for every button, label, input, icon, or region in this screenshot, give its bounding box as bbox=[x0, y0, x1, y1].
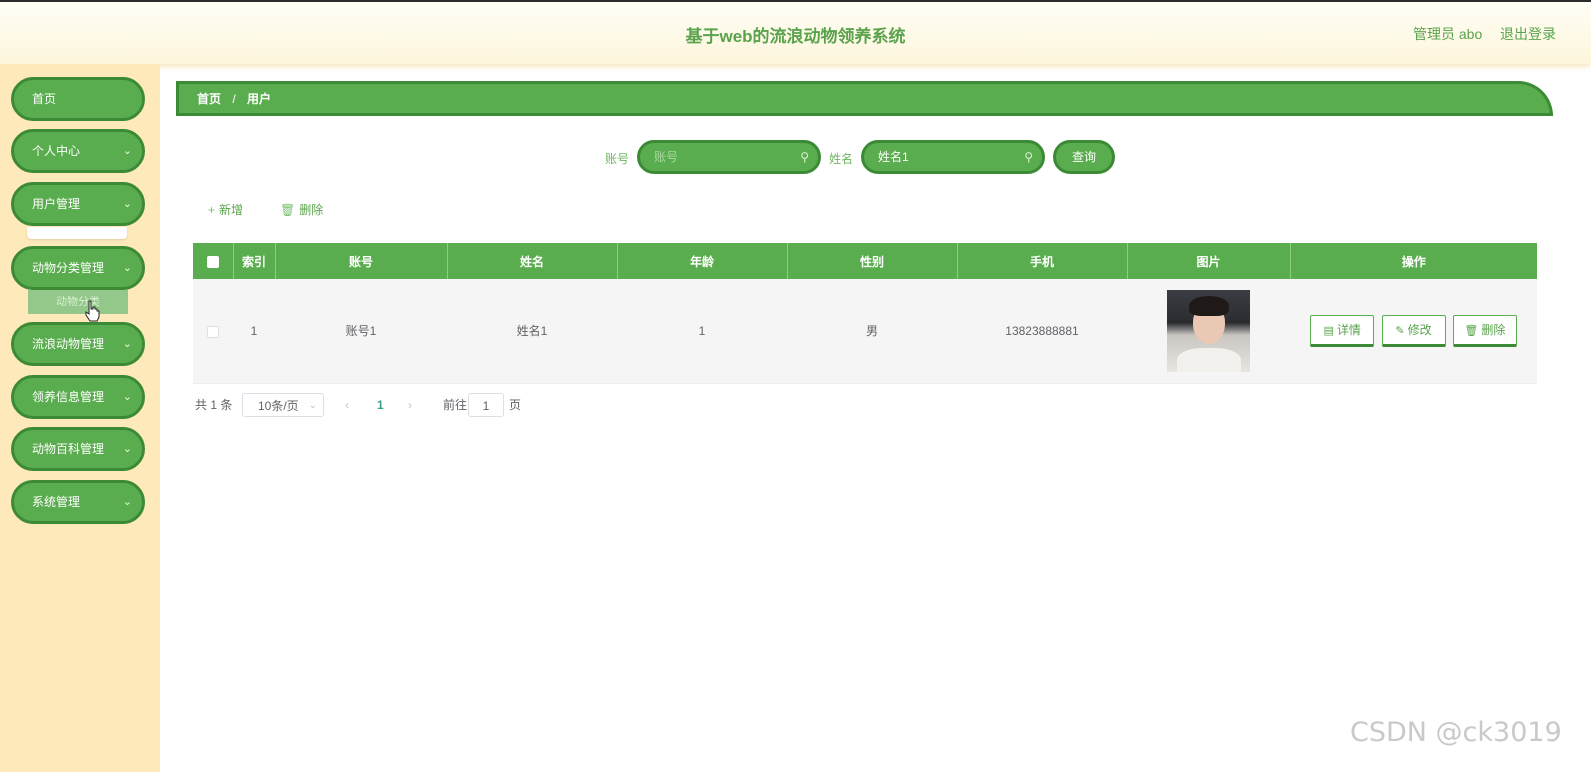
column-header: 操作 bbox=[1290, 243, 1537, 279]
goto-label: 前往 bbox=[443, 398, 468, 412]
account-search-input[interactable]: 账号 ⚲ bbox=[637, 140, 821, 174]
chevron-down-icon: ⌄ bbox=[122, 496, 132, 508]
name-search-input[interactable]: 姓名1 ⚲ bbox=[861, 140, 1045, 174]
user-table: 索引 账号 姓名 年龄 性别 手机 图片 操作 1 账号1 姓名1 1 男 13… bbox=[193, 243, 1537, 384]
admin-label: 管理员 abo bbox=[1413, 26, 1483, 42]
user-photo[interactable] bbox=[1167, 289, 1250, 372]
sidebar-item-label: 动物分类管理 bbox=[32, 261, 105, 275]
sidebar-item-label: 用户管理 bbox=[32, 197, 81, 211]
breadcrumb-home[interactable]: 首页 bbox=[197, 92, 221, 106]
sidebar-item-label: 首页 bbox=[32, 92, 57, 106]
page-size-value: 10条/页 bbox=[258, 399, 299, 413]
sidebar-item-system-management[interactable]: 系统管理 ⌄ bbox=[11, 480, 145, 524]
name-label: 姓名 bbox=[829, 152, 854, 166]
column-header: 图片 bbox=[1127, 243, 1291, 279]
query-button[interactable]: 查询 bbox=[1053, 140, 1115, 174]
sidebar: 首页 个人中心 ⌄ 用户管理 ⌄ 动物分类管理 ⌄ 动物分类 流浪动物管理 ⌄ … bbox=[0, 64, 160, 772]
cell-actions: ▤ 详情 ✎ 修改 🗑 删除 bbox=[1290, 279, 1537, 384]
sidebar-item-label: 系统管理 bbox=[32, 495, 81, 509]
chevron-down-icon: ⌄ bbox=[122, 198, 132, 210]
edit-button-label: 修改 bbox=[1407, 322, 1432, 337]
sidebar-item-user-management[interactable]: 用户管理 ⌄ bbox=[11, 182, 145, 226]
column-header: 手机 bbox=[957, 243, 1128, 279]
cell-photo bbox=[1127, 279, 1290, 384]
trash-icon: 🗑 bbox=[1464, 324, 1479, 337]
trash-icon: 🗑 bbox=[280, 203, 296, 217]
page-suffix: 页 bbox=[509, 398, 522, 412]
table-header-row: 索引 账号 姓名 年龄 性别 手机 图片 操作 bbox=[193, 243, 1537, 279]
table-row: 1 账号1 姓名1 1 男 13823888881 ▤ 详情 ✎ 修改 🗑 删除 bbox=[193, 279, 1537, 384]
column-header: 年龄 bbox=[617, 243, 788, 279]
sidebar-item-home[interactable]: 首页 bbox=[11, 77, 145, 121]
sidebar-item-label: 流浪动物管理 bbox=[32, 337, 105, 351]
chevron-down-icon: ⌄ bbox=[122, 443, 132, 455]
column-header: 索引 bbox=[233, 243, 276, 279]
submenu-item-animal-category[interactable]: 动物分类 bbox=[28, 290, 128, 314]
row-select-cell bbox=[193, 279, 233, 384]
next-page-button[interactable]: › bbox=[408, 393, 412, 417]
sidebar-item-stray-animal[interactable]: 流浪动物管理 ⌄ bbox=[11, 322, 145, 366]
plus-icon: + bbox=[208, 203, 216, 217]
column-header: 性别 bbox=[787, 243, 958, 279]
hand-cursor-icon bbox=[85, 300, 100, 322]
sidebar-item-animal-encyclopedia[interactable]: 动物百科管理 ⌄ bbox=[11, 427, 145, 471]
top-bar: 基于web的流浪动物领养系统 管理员 abo 退出登录 bbox=[0, 0, 1591, 64]
edit-button[interactable]: ✎ 修改 bbox=[1381, 314, 1446, 347]
cell-account: 账号1 bbox=[275, 279, 447, 384]
cell-phone: 13823888881 bbox=[957, 279, 1127, 384]
column-header: 姓名 bbox=[447, 243, 618, 279]
document-icon: ▤ bbox=[1323, 324, 1334, 337]
cell-index: 1 bbox=[233, 279, 275, 384]
goto-page-input[interactable]: 1 bbox=[468, 393, 504, 417]
chevron-down-icon: ⌄ bbox=[122, 145, 132, 157]
select-all-cell bbox=[193, 243, 234, 279]
sidebar-item-label: 动物百科管理 bbox=[32, 442, 105, 456]
page-number[interactable]: 1 bbox=[377, 393, 384, 417]
sidebar-item-label: 领养信息管理 bbox=[32, 390, 105, 404]
chevron-down-icon: ⌄ bbox=[308, 400, 317, 411]
page-title: 基于web的流浪动物领养系统 bbox=[685, 27, 906, 46]
name-input-value: 姓名1 bbox=[878, 150, 909, 164]
account-label: 账号 bbox=[605, 152, 630, 166]
row-checkbox[interactable] bbox=[207, 325, 219, 338]
sidebar-item-adoption-info[interactable]: 领养信息管理 ⌄ bbox=[11, 375, 145, 419]
chevron-down-icon: ⌄ bbox=[122, 338, 132, 350]
logout-link[interactable]: 退出登录 bbox=[1500, 24, 1556, 44]
cell-name: 姓名1 bbox=[447, 279, 617, 384]
cell-gender: 男 bbox=[787, 279, 957, 384]
detail-button[interactable]: ▤ 详情 bbox=[1310, 314, 1375, 347]
breadcrumb-current: 用户 bbox=[247, 92, 272, 106]
chevron-down-icon: ⌄ bbox=[122, 262, 132, 274]
column-header: 账号 bbox=[275, 243, 448, 279]
sidebar-item-animal-category[interactable]: 动物分类管理 ⌄ bbox=[11, 246, 145, 290]
row-delete-button[interactable]: 🗑 删除 bbox=[1452, 314, 1517, 347]
delete-button-label: 删除 bbox=[299, 203, 324, 217]
chevron-down-icon: ⌄ bbox=[122, 391, 132, 403]
cell-age: 1 bbox=[617, 279, 787, 384]
prev-page-button[interactable]: ‹ bbox=[345, 393, 349, 417]
row-delete-button-label: 删除 bbox=[1481, 322, 1506, 337]
watermark: CSDN @ck3019 bbox=[1350, 717, 1562, 748]
detail-button-label: 详情 bbox=[1336, 322, 1361, 337]
search-icon: ⚲ bbox=[800, 150, 809, 164]
select-all-checkbox[interactable] bbox=[206, 255, 219, 268]
edit-icon: ✎ bbox=[1395, 324, 1405, 337]
add-button[interactable]: + 新增 bbox=[208, 201, 243, 218]
sidebar-item-label: 个人中心 bbox=[32, 144, 81, 158]
search-icon: ⚲ bbox=[1024, 150, 1033, 164]
submenu-panel bbox=[27, 227, 127, 239]
sidebar-item-personal-center[interactable]: 个人中心 ⌄ bbox=[11, 129, 145, 173]
page-size-select[interactable]: 10条/页 ⌄ bbox=[242, 393, 324, 417]
total-count: 共 1 条 bbox=[195, 398, 233, 412]
account-placeholder: 账号 bbox=[654, 150, 679, 164]
breadcrumb-separator: / bbox=[232, 92, 236, 106]
add-button-label: 新增 bbox=[219, 203, 244, 217]
breadcrumb: 首页 / 用户 bbox=[176, 81, 1553, 116]
delete-button[interactable]: 🗑 删除 bbox=[280, 201, 323, 218]
